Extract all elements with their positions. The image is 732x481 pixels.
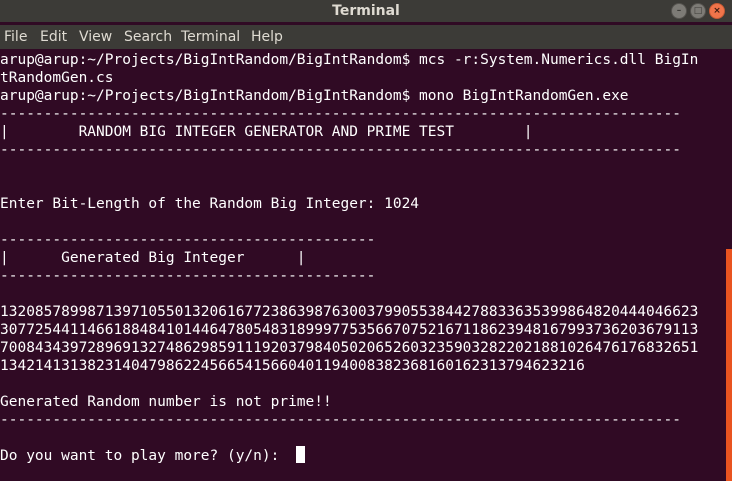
terminal-line-border-top: ----------------------------------------… bbox=[0, 106, 681, 122]
terminal-line-result-border: ----------------------------------------… bbox=[0, 412, 681, 428]
terminal-line-prime-result: Generated Random number is not prime!! bbox=[0, 394, 332, 410]
terminal-line-play-again-prompt: Do you want to play more? (y/n): bbox=[0, 448, 289, 464]
terminal-line-bit-length-prompt: Enter Bit-Length of the Random Big Integ… bbox=[0, 196, 420, 212]
terminal-line-border-bottom: ----------------------------------------… bbox=[0, 142, 681, 158]
window-titlebar[interactable]: Terminal – □ × bbox=[0, 0, 732, 22]
terminal-line-command-1-wrap: tRandomGen.cs bbox=[0, 70, 114, 86]
terminal-line-banner: | RANDOM BIG INTEGER GENERATOR AND PRIME… bbox=[0, 124, 533, 140]
menu-edit[interactable]: Edit bbox=[40, 25, 67, 49]
window-title: Terminal bbox=[332, 3, 400, 19]
menu-terminal[interactable]: Terminal bbox=[181, 25, 240, 49]
terminal-line-command-1: arup@arup:~/Projects/BigIntRandom/BigInt… bbox=[0, 52, 699, 68]
terminal-line-section-title: | Generated Big Integer | bbox=[0, 250, 306, 266]
menu-view[interactable]: View bbox=[79, 25, 112, 49]
terminal-cursor bbox=[296, 446, 305, 463]
terminal-line-bigint-4: 1342141313823140479862245665415660401194… bbox=[0, 358, 585, 374]
terminal-line-bigint-3: 7008434397289691327486298591119203798405… bbox=[0, 340, 699, 356]
terminal-line-section-border-top: ----------------------------------------… bbox=[0, 232, 376, 248]
terminal-line-bigint-1: 1320857899871397105501320616772386398763… bbox=[0, 304, 699, 320]
terminal-line-section-border-bottom: ----------------------------------------… bbox=[0, 268, 376, 284]
terminal-scrollbar[interactable] bbox=[726, 249, 732, 481]
menu-bar: File Edit View Search Terminal Help bbox=[0, 25, 732, 49]
menu-search[interactable]: Search bbox=[124, 25, 172, 49]
menu-file[interactable]: File bbox=[4, 25, 27, 49]
terminal-output[interactable]: arup@arup:~/Projects/BigIntRandom/BigInt… bbox=[0, 49, 732, 481]
maximize-button[interactable]: □ bbox=[690, 3, 706, 19]
terminal-line-bigint-2: 3077254411466188484101446478054831899977… bbox=[0, 322, 699, 338]
close-button[interactable]: × bbox=[709, 3, 725, 19]
menu-help[interactable]: Help bbox=[251, 25, 283, 49]
minimize-button[interactable]: – bbox=[671, 3, 687, 19]
terminal-line-command-2: arup@arup:~/Projects/BigIntRandom/BigInt… bbox=[0, 88, 629, 104]
